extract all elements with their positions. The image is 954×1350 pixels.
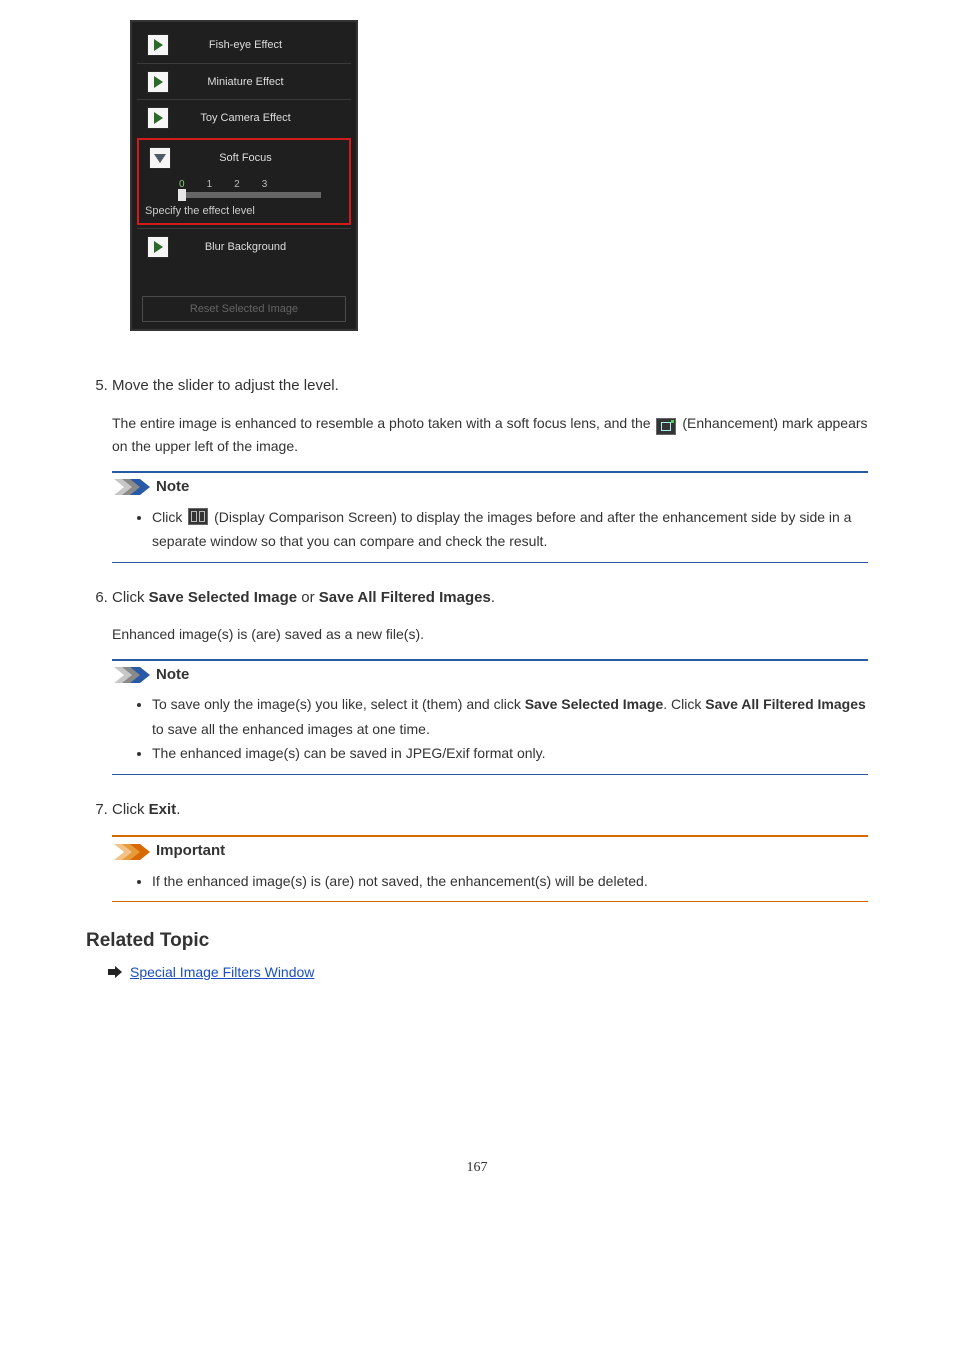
- important-title: Important: [156, 840, 225, 863]
- effect-label: Fish-eye Effect: [176, 39, 351, 51]
- slider-ticks: 0 1 2 3: [139, 176, 349, 190]
- effect-label: Soft Focus: [178, 152, 349, 164]
- step-body: Enhanced image(s) is (are) saved as a ne…: [112, 623, 868, 647]
- collapse-icon[interactable]: [149, 147, 171, 169]
- related-link-row: Special Image Filters Window: [86, 964, 868, 980]
- special-image-filters-link[interactable]: Special Image Filters Window: [130, 964, 314, 980]
- important-chevrons-icon: [114, 844, 150, 860]
- expand-icon[interactable]: [147, 236, 169, 258]
- step-6: Click Save Selected Image or Save All Fi…: [112, 587, 868, 775]
- effect-row-blur[interactable]: Blur Background: [137, 228, 351, 264]
- step-title: Click Save Selected Image or Save All Fi…: [112, 587, 868, 610]
- effect-row-miniature[interactable]: Miniature Effect: [137, 63, 351, 99]
- reset-selected-image-button: Reset Selected Image: [142, 296, 346, 322]
- related-topic-heading: Related Topic: [86, 930, 868, 952]
- expand-icon[interactable]: [147, 34, 169, 56]
- note-title: Note: [156, 476, 189, 499]
- enhancement-mark-icon: [656, 418, 676, 435]
- expand-icon[interactable]: [147, 71, 169, 93]
- step-title: Move the slider to adjust the level.: [112, 375, 868, 398]
- effect-row-toy[interactable]: Toy Camera Effect: [137, 99, 351, 135]
- note-item: The enhanced image(s) can be saved in JP…: [152, 741, 868, 766]
- important-item: If the enhanced image(s) is (are) not sa…: [152, 869, 868, 894]
- reset-label: Reset Selected Image: [190, 303, 298, 315]
- effect-row-soft-focus[interactable]: Soft Focus: [139, 140, 349, 176]
- note-chevrons-icon: [114, 667, 150, 683]
- display-comparison-icon: [188, 508, 208, 525]
- arrow-right-icon: [108, 965, 122, 979]
- step-title: Click Exit.: [112, 799, 868, 822]
- note-callout: Note To save only the image(s) you like,…: [112, 659, 868, 775]
- effect-level-slider[interactable]: [181, 192, 321, 198]
- note-callout: Note Click (Display Comparison Screen) t…: [112, 471, 868, 563]
- expand-icon[interactable]: [147, 107, 169, 129]
- effect-row-soft-focus-expanded: Soft Focus 0 1 2 3 Specify the effect le…: [137, 138, 351, 225]
- slider-caption: Specify the effect level: [139, 200, 349, 223]
- note-chevrons-icon: [114, 479, 150, 495]
- note-item: To save only the image(s) you like, sele…: [152, 692, 868, 741]
- page-number: 167: [86, 1160, 868, 1176]
- step-body: The entire image is enhanced to resemble…: [112, 412, 868, 460]
- tick-3: 3: [262, 179, 268, 190]
- effect-row-fisheye[interactable]: Fish-eye Effect: [137, 27, 351, 63]
- instruction-steps: Move the slider to adjust the level. The…: [86, 375, 868, 902]
- tick-2: 2: [234, 179, 240, 190]
- slider-thumb[interactable]: [178, 189, 186, 201]
- effect-label: Miniature Effect: [176, 76, 351, 88]
- effect-label: Blur Background: [176, 241, 351, 253]
- important-callout: Important If the enhanced image(s) is (a…: [112, 835, 868, 902]
- note-title: Note: [156, 664, 189, 687]
- step-7: Click Exit. Important If the enhanced im…: [112, 799, 868, 903]
- step-5: Move the slider to adjust the level. The…: [112, 375, 868, 563]
- tick-1: 1: [207, 179, 213, 190]
- note-item: Click (Display Comparison Screen) to dis…: [152, 505, 868, 554]
- effects-panel: Fish-eye Effect Miniature Effect Toy Cam…: [130, 20, 358, 331]
- effect-label: Toy Camera Effect: [176, 112, 351, 124]
